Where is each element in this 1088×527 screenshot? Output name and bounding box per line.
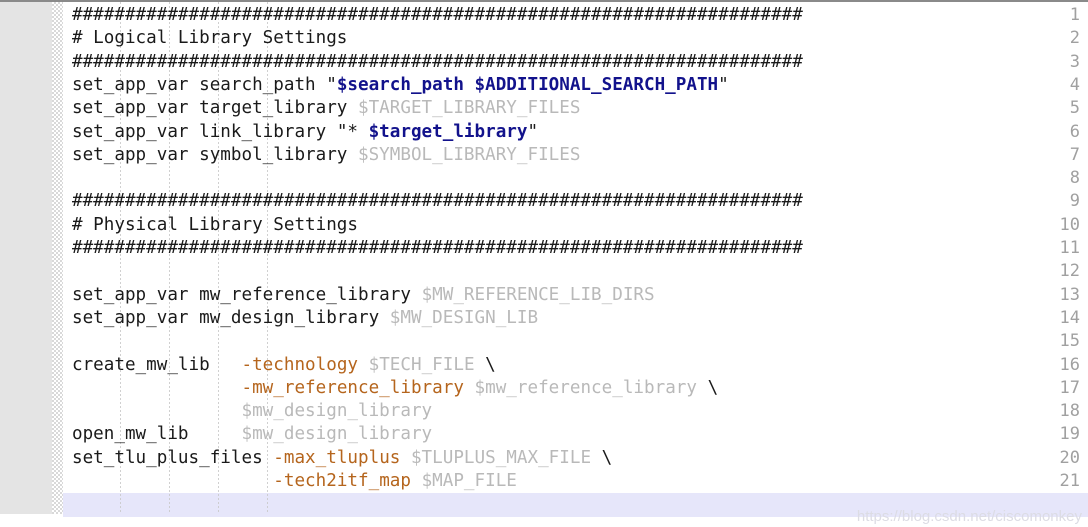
code-line[interactable]: open_mw_lib $mw_design_library	[63, 423, 1088, 446]
code-line[interactable]: ########################################…	[63, 237, 1088, 260]
code-line[interactable]: set_app_var target_library $TARGET_LIBRA…	[63, 97, 1088, 120]
code-line[interactable]: ########################################…	[63, 51, 1088, 74]
code-line-text: set_app_var mw_design_library $MW_DESIGN…	[63, 307, 538, 330]
code-line[interactable]: create_mw_lib -technology $TECH_FILE \	[63, 354, 1088, 377]
code-line-text: set_app_var mw_reference_library $MW_REF…	[63, 284, 655, 307]
code-token-var-dim: $MW_REFERENCE_LIB_DIRS	[421, 284, 655, 305]
code-line-text: ########################################…	[63, 4, 803, 27]
code-token-plain: set_app_var target_library	[72, 98, 358, 119]
code-editor-pane[interactable]: 12345678910111213141516171819202122 ####…	[0, 0, 1088, 527]
code-token-var-dim: $MAP_FILE	[421, 471, 517, 491]
code-token-plain: set_app_var search_path	[72, 74, 327, 95]
code-token-var-dim: $mw_reference_library	[474, 377, 697, 398]
code-token-string: "*	[336, 121, 369, 142]
code-line[interactable]: ########################################…	[63, 190, 1088, 213]
code-token-plain: \	[591, 447, 613, 468]
code-line[interactable]: set_app_var mw_reference_library $MW_REF…	[63, 284, 1088, 307]
code-token-comment: # Physical Library Settings	[72, 214, 358, 235]
code-line[interactable]: set_app_var mw_design_library $MW_DESIGN…	[63, 307, 1088, 330]
code-token-var-dim: $mw_design_library	[241, 424, 433, 445]
code-line-text: $mw_design_library	[63, 400, 432, 423]
code-token-comment: ########################################…	[72, 238, 803, 258]
code-token-comment: # Logical Library Settings	[72, 28, 348, 49]
code-line[interactable]: # Physical Library Settings	[63, 214, 1088, 237]
code-token-plain: set_app_var symbol_library	[72, 144, 358, 165]
code-token-comment: ########################################…	[72, 191, 803, 212]
code-line[interactable]: -tech2itf_map $MAP_FILE	[63, 470, 1088, 493]
code-token-var-bold: $target_library	[368, 121, 528, 142]
code-line[interactable]: set_app_var symbol_library $SYMBOL_LIBRA…	[63, 144, 1088, 167]
code-line[interactable]	[63, 330, 1088, 353]
code-token-option: -tech2itf_map	[273, 471, 411, 491]
code-token-var-bold: $search_path $ADDITIONAL_SEARCH_PATH	[336, 74, 719, 95]
gutter-separator	[52, 2, 63, 514]
code-line-text: -mw_reference_library $mw_reference_libr…	[63, 377, 718, 400]
code-token-plain: \	[696, 377, 719, 398]
code-token-string: "	[718, 74, 729, 95]
code-line[interactable]	[63, 167, 1088, 190]
code-token-option: -technology	[241, 354, 359, 375]
code-line[interactable]: # Logical Library Settings	[63, 27, 1088, 50]
code-token-plain: set_app_var link_library	[72, 121, 337, 142]
code-token-comment: ########################################…	[72, 51, 803, 72]
code-token-plain: set_tlu_plus_files	[72, 447, 274, 468]
code-token-plain: set_app_var mw_design_library	[72, 307, 390, 328]
watermark-url: https://blog.csdn.net/ciscomonkey	[856, 508, 1082, 525]
code-line[interactable]: set_tlu_plus_files -max_tluplus $TLUPLUS…	[63, 447, 1088, 470]
code-token-var-dim: $TLUPLUS_MAX_FILE	[410, 447, 592, 468]
code-token-var-dim: $TECH_FILE	[368, 354, 475, 375]
code-line[interactable]: set_app_var search_path "$search_path $A…	[63, 74, 1088, 97]
code-line[interactable]	[63, 260, 1088, 283]
code-line[interactable]: set_app_var link_library "* $target_libr…	[63, 121, 1088, 144]
code-line-text: set_app_var search_path "$search_path $A…	[63, 74, 729, 97]
code-token-string: "	[527, 121, 539, 142]
code-line[interactable]: ########################################…	[63, 4, 1088, 27]
code-token-comment: ########################################…	[72, 5, 803, 25]
code-token-plain: \	[474, 354, 496, 375]
code-token-var-dim: $TARGET_LIBRARY_FILES	[358, 98, 581, 119]
code-token-string: "	[326, 74, 337, 95]
code-line-text: # Logical Library Settings	[63, 27, 347, 50]
code-line-text: ########################################…	[63, 190, 803, 213]
code-line-text: -tech2itf_map $MAP_FILE	[63, 470, 517, 493]
code-token-plain: open_mw_lib	[72, 424, 242, 445]
code-line-text: # Physical Library Settings	[63, 214, 358, 237]
code-line-text: ########################################…	[63, 51, 803, 74]
line-number-gutter[interactable]	[0, 2, 52, 514]
code-token-var-dim: $mw_design_library	[241, 401, 433, 422]
code-token-var-dim: $SYMBOL_LIBRARY_FILES	[358, 144, 581, 165]
code-token-option: -max_tluplus	[273, 447, 401, 468]
code-line-text: set_app_var target_library $TARGET_LIBRA…	[63, 97, 580, 120]
code-line[interactable]: -mw_reference_library $mw_reference_libr…	[63, 377, 1088, 400]
code-line-text: set_tlu_plus_files -max_tluplus $TLUPLUS…	[63, 447, 612, 470]
code-line-text: ########################################…	[63, 237, 803, 260]
code-token-var-dim: $MW_DESIGN_LIB	[389, 307, 539, 328]
code-content-area[interactable]: ########################################…	[63, 2, 1088, 527]
code-line-text: create_mw_lib -technology $TECH_FILE \	[63, 354, 496, 377]
code-line[interactable]: $mw_design_library	[63, 400, 1088, 423]
code-line-text: open_mw_lib $mw_design_library	[63, 423, 432, 446]
code-line-text: set_app_var link_library "* $target_libr…	[63, 121, 538, 144]
code-token-plain: set_app_var mw_reference_library	[72, 284, 422, 305]
code-token-option: -mw_reference_library	[241, 377, 464, 398]
code-token-plain: create_mw_lib	[72, 354, 242, 375]
code-line-text: set_app_var symbol_library $SYMBOL_LIBRA…	[63, 144, 580, 167]
